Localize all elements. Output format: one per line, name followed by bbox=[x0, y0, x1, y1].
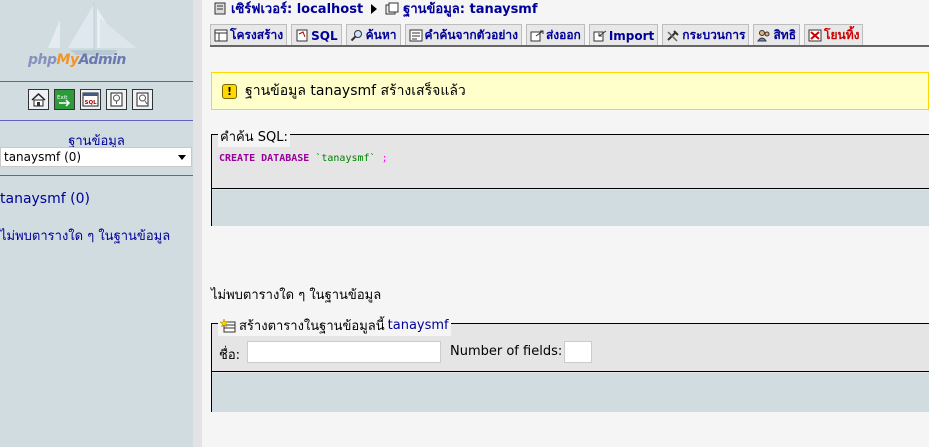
number-of-fields-label: Number of fields: bbox=[450, 344, 563, 359]
sql-identifier: `tanaysmf` bbox=[315, 153, 376, 164]
docs-icon[interactable] bbox=[106, 89, 127, 110]
tab-sql[interactable]: SQL bbox=[291, 24, 342, 46]
tab-label: ค้นหา bbox=[365, 28, 397, 42]
structure-icon bbox=[214, 29, 228, 42]
tab-bar-divider bbox=[210, 45, 929, 47]
export-icon bbox=[530, 30, 544, 42]
table-name-input[interactable] bbox=[247, 341, 441, 363]
no-tables-message: ไม่พบตารางใด ๆ ในฐานข้อมูล bbox=[211, 288, 382, 303]
chevron-down-icon bbox=[178, 155, 186, 160]
tab-label: สิทธิ bbox=[773, 28, 797, 42]
sql-separator: ; bbox=[381, 153, 388, 164]
nav-divider bbox=[0, 81, 193, 82]
database-select-value: tanaysmf (0) bbox=[4, 150, 82, 164]
tab-label: โครงสร้าง bbox=[230, 28, 284, 42]
nav-divider bbox=[0, 175, 193, 176]
sql-query-icon[interactable]: SQL bbox=[80, 89, 101, 110]
tab-drop[interactable]: โยนทิ้ง bbox=[804, 24, 864, 46]
number-of-fields-input[interactable] bbox=[564, 341, 592, 363]
notice-icon: ! bbox=[222, 83, 237, 99]
operations-icon bbox=[667, 30, 680, 42]
tab-label: SQL bbox=[311, 28, 338, 43]
tab-search[interactable]: ค้นหา bbox=[345, 24, 401, 46]
tab-structure[interactable]: โครงสร้าง bbox=[210, 24, 288, 46]
sql-query-legend: คำค้น SQL: bbox=[218, 126, 290, 147]
tab-import[interactable]: Import bbox=[588, 24, 659, 46]
create-table-legend-text: สร้างตารางในฐานข้อมูลนี้ bbox=[239, 319, 385, 334]
tab-export[interactable]: ส่งออก bbox=[525, 24, 585, 46]
no-tables-message-nav: ไม่พบตารางใด ๆ ในฐานข้อมูล bbox=[0, 229, 171, 244]
database-link[interactable]: tanaysmf (0) bbox=[0, 191, 90, 207]
import-icon bbox=[593, 30, 607, 42]
database-icon bbox=[385, 2, 399, 15]
create-table-db-name: tanaysmf bbox=[387, 318, 449, 333]
search-icon bbox=[350, 30, 362, 42]
tab-label: Import bbox=[608, 28, 655, 43]
logo-admin-text: Admin bbox=[78, 52, 127, 68]
database-breadcrumb-link[interactable]: ฐานข้อมูล: tanaysmf bbox=[403, 0, 537, 19]
breadcrumb: เซิร์ฟเวอร์: localhost ฐานข้อมูล: tanays… bbox=[213, 0, 538, 17]
tab-label: คำค้นจากตัวอย่าง bbox=[424, 28, 518, 42]
tab-bar: โครงสร้าง SQL ค้นหา คำค้นจากตัวอย่าง ส่ง… bbox=[210, 24, 864, 46]
sql-keyword: CREATE DATABASE bbox=[219, 153, 310, 164]
tab-operations[interactable]: กระบวนการ bbox=[662, 24, 750, 46]
sailboat-logo-icon bbox=[48, 2, 136, 55]
tab-privileges[interactable]: สิทธิ bbox=[753, 24, 801, 46]
tab-label: ส่งออก bbox=[545, 28, 581, 42]
exit-icon[interactable]: Exit bbox=[54, 89, 75, 110]
tab-label: โยนทิ้ง bbox=[824, 28, 860, 42]
breadcrumb-arrow-icon bbox=[371, 3, 378, 14]
nav-icon-bar: Exit SQL bbox=[28, 89, 153, 110]
new-table-icon bbox=[220, 318, 236, 332]
sql-icon bbox=[296, 29, 308, 42]
navigation-frame: phpMyAdmin Exit SQL ฐานข้อมูล tanaysmf (… bbox=[0, 0, 193, 447]
nav-divider bbox=[0, 120, 193, 121]
create-table-form: สร้างตารางในฐานข้อมูลนี้ tanaysmf ชื่อ: … bbox=[211, 315, 929, 412]
query-icon bbox=[409, 29, 423, 42]
main-frame: เซิร์ฟเวอร์: localhost ฐานข้อมูล: tanays… bbox=[202, 0, 929, 447]
sql-query-box: คำค้น SQL: CREATE DATABASE `tanaysmf` ; bbox=[211, 126, 929, 226]
phpmyadmin-docs-icon[interactable] bbox=[132, 89, 153, 110]
tab-query[interactable]: คำค้นจากตัวอย่าง bbox=[404, 24, 522, 46]
table-name-label: ชื่อ: bbox=[219, 348, 241, 363]
sql-query-footer bbox=[212, 190, 929, 226]
create-table-legend: สร้างตารางในฐานข้อมูลนี้ tanaysmf bbox=[218, 315, 451, 336]
sql-query-code: CREATE DATABASE `tanaysmf` ; bbox=[219, 153, 388, 164]
logo-php-text: php bbox=[28, 52, 57, 68]
server-link[interactable]: เซิร์ฟเวอร์: localhost bbox=[231, 0, 363, 19]
create-table-footer bbox=[212, 373, 929, 412]
success-notice: ! ฐานข้อมูล tanaysmf สร้างเสร็จแล้ว bbox=[211, 72, 929, 110]
drop-icon bbox=[808, 29, 822, 42]
logo-my-text: My bbox=[56, 52, 80, 68]
phpmyadmin-logo[interactable]: phpMyAdmin bbox=[0, 0, 193, 80]
privileges-icon bbox=[757, 30, 770, 42]
sql-icon-text: SQL bbox=[85, 100, 98, 106]
server-icon bbox=[214, 2, 226, 15]
tab-label: กระบวนการ bbox=[682, 28, 746, 42]
database-select[interactable]: tanaysmf (0) bbox=[0, 147, 192, 167]
frame-splitter[interactable] bbox=[193, 0, 202, 447]
notice-text: ฐานข้อมูล tanaysmf สร้างเสร็จแล้ว bbox=[245, 83, 466, 99]
home-icon[interactable] bbox=[28, 89, 49, 110]
